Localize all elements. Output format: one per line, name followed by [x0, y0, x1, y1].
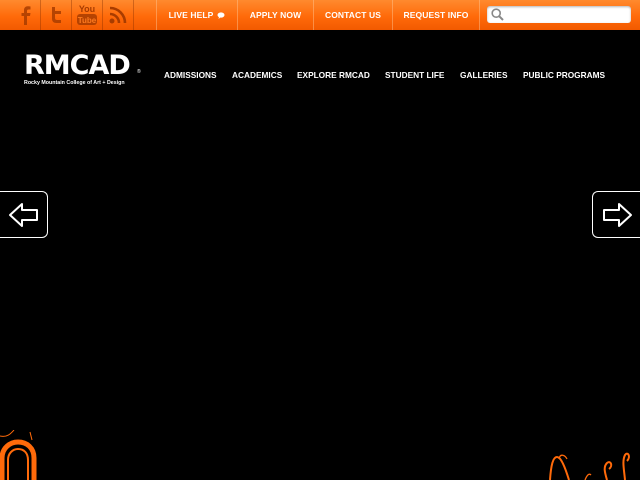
top-bar: You Tube LIVE HELP APPLY NOW CONTACT US … — [0, 0, 640, 30]
search-box[interactable] — [487, 6, 631, 23]
live-help-label: LIVE HELP — [168, 10, 214, 20]
search-icon — [491, 8, 504, 21]
arrow-left-icon — [8, 202, 38, 227]
live-help-link[interactable]: LIVE HELP — [156, 0, 237, 30]
search-input[interactable] — [507, 6, 627, 23]
contact-us-label: CONTACT US — [324, 10, 382, 20]
chat-bubble-icon — [217, 11, 225, 19]
rss-link[interactable] — [103, 0, 134, 30]
rss-icon — [109, 6, 127, 24]
arrow-right-icon — [602, 202, 632, 227]
youtube-link[interactable]: You Tube — [72, 0, 103, 30]
logo-subtitle: Rocky Mountain College of Art + Design — [24, 80, 125, 86]
facebook-link[interactable] — [10, 0, 41, 30]
contact-us-link[interactable]: CONTACT US — [313, 0, 392, 30]
nav-explore-rmcad[interactable]: EXPLORE RMCAD — [297, 70, 370, 84]
request-info-label: REQUEST INFO — [403, 10, 469, 20]
apply-now-link[interactable]: APPLY NOW — [237, 0, 313, 30]
rmcad-logo[interactable]: RMCAD ® Rocky Mountain College of Art + … — [24, 52, 144, 88]
nav-admissions[interactable]: ADMISSIONS — [164, 70, 217, 84]
svg-text:Tube: Tube — [78, 16, 97, 25]
apply-now-label: APPLY NOW — [249, 10, 302, 20]
decorative-sketch-right — [549, 452, 630, 480]
nav-public-programs[interactable]: PUBLIC PROGRAMS — [523, 70, 605, 84]
facebook-icon — [21, 6, 31, 25]
nav-student-life[interactable]: STUDENT LIFE — [385, 70, 444, 84]
twitter-link[interactable] — [41, 0, 72, 30]
nav-academics[interactable]: ACADEMICS — [232, 70, 282, 84]
svg-text:You: You — [79, 4, 95, 14]
nav-galleries[interactable]: GALLERIES — [460, 70, 507, 84]
slider-prev-button[interactable] — [0, 191, 48, 238]
decorative-sketch-left — [0, 430, 37, 480]
logo-registered-mark: ® — [137, 69, 141, 75]
youtube-icon: You Tube — [77, 4, 97, 25]
logo-wordmark: RMCAD — [24, 50, 131, 81]
twitter-icon — [52, 7, 61, 23]
request-info-link[interactable]: REQUEST INFO — [392, 0, 480, 30]
slider-next-button[interactable] — [592, 191, 640, 238]
